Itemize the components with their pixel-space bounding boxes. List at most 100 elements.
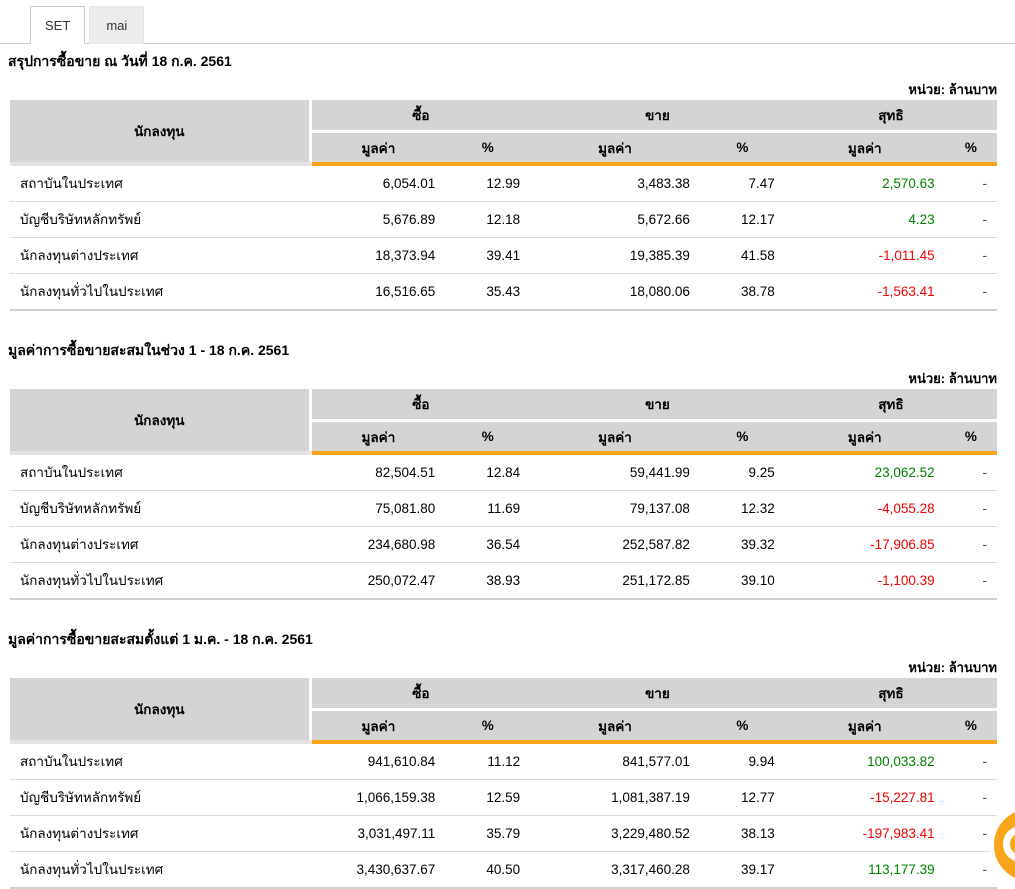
unit-label: หน่วย: ล้านบาท (908, 660, 997, 675)
col-header-buy: ซื้อ (310, 389, 531, 422)
cell-buy-value: 234,680.98 (310, 526, 446, 563)
cell-buy-percent: 12.59 (445, 779, 531, 816)
cell-sell-value: 3,483.38 (530, 164, 700, 202)
cell-net-value: -1,100.39 (784, 562, 945, 600)
cell-sell-percent: 12.77 (699, 779, 785, 816)
tab-set[interactable]: SET (30, 6, 86, 44)
cell-sell-value: 18,080.06 (530, 273, 700, 311)
cell-net-percent: - (944, 490, 997, 527)
cell-net-value: 23,062.52 (784, 453, 945, 491)
cell-buy-percent: 12.99 (445, 164, 531, 202)
col-subheader-sell-percent: % (699, 420, 785, 455)
unit-label: หน่วย: ล้านบาท (908, 371, 997, 386)
table-row: นักลงทุนทั่วไปในประเทศ 250,072.47 38.93 251… (10, 562, 997, 600)
cell-net-value: 113,177.39 (784, 851, 945, 889)
cell-buy-percent: 12.18 (445, 201, 531, 238)
table-row: สถาบันในประเทศ 6,054.01 12.99 3,483.38 7.47 2… (10, 164, 997, 202)
cell-net-value: 4.23 (784, 201, 945, 238)
cell-investor: นักลงทุนทั่วไปในประเทศ (10, 273, 311, 311)
table-row: นักลงทุนทั่วไปในประเทศ 16,516.65 35.43 18,0… (10, 273, 997, 311)
table-row: นักลงทุนทั่วไปในประเทศ 3,430,637.67 40.50 3… (10, 851, 997, 889)
cell-investor: นักลงทุนทั่วไปในประเทศ (10, 562, 311, 600)
col-subheader-buy-percent: % (445, 709, 531, 744)
col-header-sell: ขาย (530, 100, 785, 133)
table-row: บัญชีบริษัทหลักทรัพย์ 75,081.80 11.69 79,13… (10, 490, 997, 527)
cell-net-value: -17,906.85 (784, 526, 945, 563)
table-row: บัญชีบริษัทหลักทรัพย์ 5,676.89 12.18 5,672.… (10, 201, 997, 238)
tab-bar: SET mai (0, 0, 1015, 44)
cell-investor: สถาบันในประเทศ (10, 164, 311, 202)
cell-net-percent: - (944, 562, 997, 600)
cell-buy-percent: 35.79 (445, 815, 531, 852)
col-subheader-buy-percent: % (445, 131, 531, 166)
table-row: นักลงทุนต่างประเทศ 234,680.98 36.54 252,587… (10, 526, 997, 563)
cell-sell-value: 251,172.85 (530, 562, 700, 600)
cell-buy-percent: 36.54 (445, 526, 531, 563)
cell-buy-percent: 11.69 (445, 490, 531, 527)
cell-net-value: -1,011.45 (784, 237, 945, 274)
section-title: สรุปการซื้อขาย ณ วันที่ 18 ก.ค. 2561 (8, 53, 232, 69)
cell-investor: สถาบันในประเทศ (10, 742, 311, 780)
cell-sell-percent: 38.78 (699, 273, 785, 311)
col-subheader-net-percent: % (944, 420, 997, 455)
cell-net-percent: - (944, 273, 997, 311)
table-row: นักลงทุนต่างประเทศ 3,031,497.11 35.79 3,229… (10, 815, 997, 852)
cell-investor: นักลงทุนต่างประเทศ (10, 815, 311, 852)
col-header-investor: นักลงทุน (10, 389, 312, 455)
cell-sell-value: 19,385.39 (530, 237, 700, 274)
cell-investor: นักลงทุนทั่วไปในประเทศ (10, 851, 311, 889)
cell-sell-value: 59,441.99 (530, 453, 700, 491)
investor-summary-table: นักลงทุน ซื้อ ขาย สุทธิ มูลค่า % มูลค่า … (10, 389, 997, 600)
cell-sell-value: 252,587.82 (530, 526, 700, 563)
cell-sell-percent: 38.13 (699, 815, 785, 852)
cell-buy-value: 941,610.84 (310, 742, 446, 780)
cell-net-value: -15,227.81 (784, 779, 945, 816)
col-subheader-sell-value: มูลค่า (530, 709, 700, 744)
section-title: มูลค่าการซื้อขายสะสมตั้งแต่ 1 ม.ค. - 18 … (8, 631, 313, 647)
cell-net-percent: - (944, 526, 997, 563)
cell-investor: บัญชีบริษัทหลักทรัพย์ (10, 779, 311, 816)
page: { "tabs": [ { "label": "SET", "active": … (0, 0, 1015, 889)
cell-buy-value: 1,066,159.38 (310, 779, 446, 816)
section-title: มูลค่าการซื้อขายสะสมในช่วง 1 - 18 ก.ค. 2… (8, 342, 290, 358)
cell-investor: นักลงทุนต่างประเทศ (10, 237, 311, 274)
table-row: นักลงทุนต่างประเทศ 18,373.94 39.41 19,385.3… (10, 237, 997, 274)
col-header-investor: นักลงทุน (10, 100, 312, 166)
cell-sell-value: 3,229,480.52 (530, 815, 700, 852)
cell-net-value: 2,570.63 (784, 164, 945, 202)
table-row: บัญชีบริษัทหลักทรัพย์ 1,066,159.38 12.59 1,… (10, 779, 997, 816)
cell-buy-percent: 35.43 (445, 273, 531, 311)
col-subheader-net-value: มูลค่า (784, 131, 945, 166)
trading-summary-section: สรุปการซื้อขาย ณ วันที่ 18 ก.ค. 2561 หน่… (0, 52, 1015, 311)
cell-net-value: -197,983.41 (784, 815, 945, 852)
col-subheader-buy-value: มูลค่า (310, 420, 446, 455)
cell-net-percent: - (944, 237, 997, 274)
col-subheader-net-percent: % (944, 709, 997, 744)
tab-mai[interactable]: mai (89, 6, 145, 44)
cell-buy-value: 6,054.01 (310, 164, 446, 202)
cell-sell-percent: 9.25 (699, 453, 785, 491)
trading-summary-section: มูลค่าการซื้อขายสะสมตั้งแต่ 1 ม.ค. - 18 … (0, 630, 1015, 889)
col-subheader-sell-value: มูลค่า (530, 131, 700, 166)
col-subheader-net-value: มูลค่า (784, 709, 945, 744)
cell-sell-percent: 9.94 (699, 742, 785, 780)
cell-buy-value: 75,081.80 (310, 490, 446, 527)
cell-buy-value: 250,072.47 (310, 562, 446, 600)
col-header-sell: ขาย (530, 389, 785, 422)
cell-investor: นักลงทุนต่างประเทศ (10, 526, 311, 563)
cell-buy-value: 3,031,497.11 (310, 815, 446, 852)
cell-sell-percent: 12.32 (699, 490, 785, 527)
col-subheader-buy-value: มูลค่า (310, 131, 446, 166)
cell-sell-value: 5,672.66 (530, 201, 700, 238)
col-header-net: สุทธิ (784, 389, 997, 422)
col-header-buy: ซื้อ (310, 100, 531, 133)
investor-summary-table: นักลงทุน ซื้อ ขาย สุทธิ มูลค่า % มูลค่า … (10, 678, 997, 889)
col-header-sell: ขาย (530, 678, 785, 711)
col-subheader-net-percent: % (944, 131, 997, 166)
chat-bubble-icon (1003, 826, 1015, 862)
col-header-investor: นักลงทุน (10, 678, 312, 744)
col-header-net: สุทธิ (784, 100, 997, 133)
cell-buy-percent: 39.41 (445, 237, 531, 274)
col-subheader-sell-percent: % (699, 709, 785, 744)
cell-investor: บัญชีบริษัทหลักทรัพย์ (10, 490, 311, 527)
